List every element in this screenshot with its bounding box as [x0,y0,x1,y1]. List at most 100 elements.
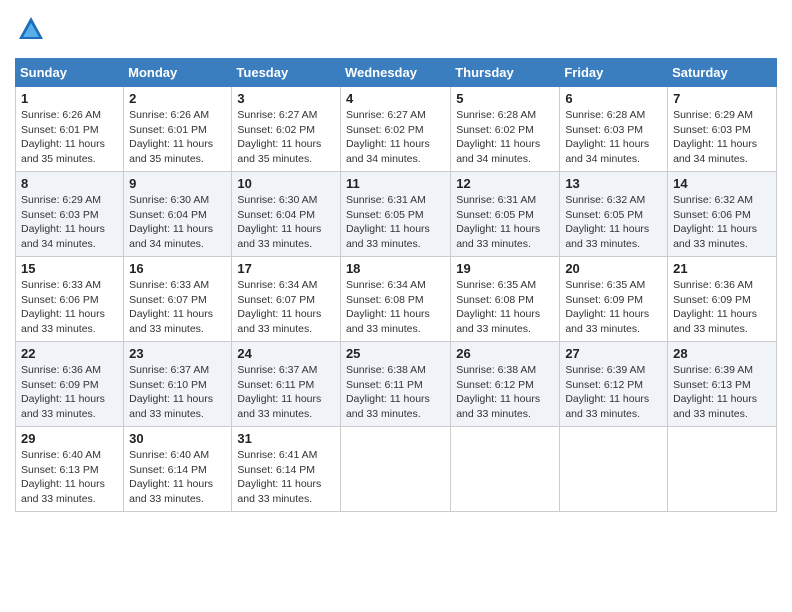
day-info: Sunrise: 6:41 AM Sunset: 6:14 PM Dayligh… [237,448,335,507]
calendar-cell [668,427,777,512]
calendar-cell: 17 Sunrise: 6:34 AM Sunset: 6:07 PM Dayl… [232,257,341,342]
calendar-body: 1 Sunrise: 6:26 AM Sunset: 6:01 PM Dayli… [16,87,777,512]
day-number: 10 [237,176,335,191]
calendar-cell: 25 Sunrise: 6:38 AM Sunset: 6:11 PM Dayl… [340,342,450,427]
day-info: Sunrise: 6:29 AM Sunset: 6:03 PM Dayligh… [673,108,771,167]
day-number: 5 [456,91,554,106]
calendar-cell: 3 Sunrise: 6:27 AM Sunset: 6:02 PM Dayli… [232,87,341,172]
day-number: 6 [565,91,662,106]
weekday-header-thursday: Thursday [451,59,560,87]
day-info: Sunrise: 6:33 AM Sunset: 6:07 PM Dayligh… [129,278,226,337]
day-info: Sunrise: 6:32 AM Sunset: 6:06 PM Dayligh… [673,193,771,252]
calendar-cell: 30 Sunrise: 6:40 AM Sunset: 6:14 PM Dayl… [124,427,232,512]
day-info: Sunrise: 6:40 AM Sunset: 6:13 PM Dayligh… [21,448,118,507]
day-number: 15 [21,261,118,276]
day-info: Sunrise: 6:38 AM Sunset: 6:12 PM Dayligh… [456,363,554,422]
calendar-cell: 20 Sunrise: 6:35 AM Sunset: 6:09 PM Dayl… [560,257,668,342]
calendar-cell: 11 Sunrise: 6:31 AM Sunset: 6:05 PM Dayl… [340,172,450,257]
day-info: Sunrise: 6:36 AM Sunset: 6:09 PM Dayligh… [21,363,118,422]
day-number: 21 [673,261,771,276]
day-info: Sunrise: 6:37 AM Sunset: 6:11 PM Dayligh… [237,363,335,422]
weekday-header-wednesday: Wednesday [340,59,450,87]
week-row-5: 29 Sunrise: 6:40 AM Sunset: 6:13 PM Dayl… [16,427,777,512]
day-number: 20 [565,261,662,276]
day-number: 1 [21,91,118,106]
day-info: Sunrise: 6:38 AM Sunset: 6:11 PM Dayligh… [346,363,445,422]
calendar-cell: 6 Sunrise: 6:28 AM Sunset: 6:03 PM Dayli… [560,87,668,172]
day-number: 12 [456,176,554,191]
day-number: 29 [21,431,118,446]
calendar-cell: 16 Sunrise: 6:33 AM Sunset: 6:07 PM Dayl… [124,257,232,342]
day-number: 24 [237,346,335,361]
day-number: 16 [129,261,226,276]
calendar-cell: 23 Sunrise: 6:37 AM Sunset: 6:10 PM Dayl… [124,342,232,427]
calendar-cell: 10 Sunrise: 6:30 AM Sunset: 6:04 PM Dayl… [232,172,341,257]
day-info: Sunrise: 6:31 AM Sunset: 6:05 PM Dayligh… [346,193,445,252]
day-info: Sunrise: 6:29 AM Sunset: 6:03 PM Dayligh… [21,193,118,252]
day-number: 22 [21,346,118,361]
calendar-cell: 5 Sunrise: 6:28 AM Sunset: 6:02 PM Dayli… [451,87,560,172]
calendar-cell: 29 Sunrise: 6:40 AM Sunset: 6:13 PM Dayl… [16,427,124,512]
day-number: 8 [21,176,118,191]
weekday-header-sunday: Sunday [16,59,124,87]
day-number: 19 [456,261,554,276]
day-number: 4 [346,91,445,106]
day-info: Sunrise: 6:27 AM Sunset: 6:02 PM Dayligh… [346,108,445,167]
weekday-header-saturday: Saturday [668,59,777,87]
day-info: Sunrise: 6:30 AM Sunset: 6:04 PM Dayligh… [129,193,226,252]
day-info: Sunrise: 6:26 AM Sunset: 6:01 PM Dayligh… [21,108,118,167]
week-row-3: 15 Sunrise: 6:33 AM Sunset: 6:06 PM Dayl… [16,257,777,342]
calendar-cell: 7 Sunrise: 6:29 AM Sunset: 6:03 PM Dayli… [668,87,777,172]
day-info: Sunrise: 6:34 AM Sunset: 6:08 PM Dayligh… [346,278,445,337]
day-info: Sunrise: 6:35 AM Sunset: 6:08 PM Dayligh… [456,278,554,337]
day-number: 28 [673,346,771,361]
header [15,15,777,48]
day-number: 18 [346,261,445,276]
calendar-cell: 27 Sunrise: 6:39 AM Sunset: 6:12 PM Dayl… [560,342,668,427]
week-row-1: 1 Sunrise: 6:26 AM Sunset: 6:01 PM Dayli… [16,87,777,172]
calendar-cell: 9 Sunrise: 6:30 AM Sunset: 6:04 PM Dayli… [124,172,232,257]
calendar-cell: 31 Sunrise: 6:41 AM Sunset: 6:14 PM Dayl… [232,427,341,512]
day-info: Sunrise: 6:33 AM Sunset: 6:06 PM Dayligh… [21,278,118,337]
day-info: Sunrise: 6:35 AM Sunset: 6:09 PM Dayligh… [565,278,662,337]
weekday-header-tuesday: Tuesday [232,59,341,87]
logo-icon [17,15,45,43]
calendar-cell: 2 Sunrise: 6:26 AM Sunset: 6:01 PM Dayli… [124,87,232,172]
calendar-cell: 15 Sunrise: 6:33 AM Sunset: 6:06 PM Dayl… [16,257,124,342]
day-number: 17 [237,261,335,276]
day-info: Sunrise: 6:39 AM Sunset: 6:13 PM Dayligh… [673,363,771,422]
calendar-cell [340,427,450,512]
day-number: 23 [129,346,226,361]
calendar-cell: 8 Sunrise: 6:29 AM Sunset: 6:03 PM Dayli… [16,172,124,257]
week-row-2: 8 Sunrise: 6:29 AM Sunset: 6:03 PM Dayli… [16,172,777,257]
day-number: 3 [237,91,335,106]
day-number: 31 [237,431,335,446]
day-number: 25 [346,346,445,361]
day-info: Sunrise: 6:28 AM Sunset: 6:02 PM Dayligh… [456,108,554,167]
calendar-cell: 12 Sunrise: 6:31 AM Sunset: 6:05 PM Dayl… [451,172,560,257]
calendar-cell: 21 Sunrise: 6:36 AM Sunset: 6:09 PM Dayl… [668,257,777,342]
day-info: Sunrise: 6:31 AM Sunset: 6:05 PM Dayligh… [456,193,554,252]
calendar-cell: 26 Sunrise: 6:38 AM Sunset: 6:12 PM Dayl… [451,342,560,427]
day-number: 27 [565,346,662,361]
logo [15,15,45,48]
calendar-cell: 13 Sunrise: 6:32 AM Sunset: 6:05 PM Dayl… [560,172,668,257]
day-number: 7 [673,91,771,106]
day-info: Sunrise: 6:32 AM Sunset: 6:05 PM Dayligh… [565,193,662,252]
day-info: Sunrise: 6:36 AM Sunset: 6:09 PM Dayligh… [673,278,771,337]
day-number: 26 [456,346,554,361]
day-number: 9 [129,176,226,191]
day-info: Sunrise: 6:28 AM Sunset: 6:03 PM Dayligh… [565,108,662,167]
day-info: Sunrise: 6:40 AM Sunset: 6:14 PM Dayligh… [129,448,226,507]
week-row-4: 22 Sunrise: 6:36 AM Sunset: 6:09 PM Dayl… [16,342,777,427]
weekday-header-monday: Monday [124,59,232,87]
day-number: 30 [129,431,226,446]
day-number: 11 [346,176,445,191]
calendar-table: SundayMondayTuesdayWednesdayThursdayFrid… [15,58,777,512]
weekday-header-row: SundayMondayTuesdayWednesdayThursdayFrid… [16,59,777,87]
calendar-cell: 1 Sunrise: 6:26 AM Sunset: 6:01 PM Dayli… [16,87,124,172]
calendar-cell: 22 Sunrise: 6:36 AM Sunset: 6:09 PM Dayl… [16,342,124,427]
day-info: Sunrise: 6:39 AM Sunset: 6:12 PM Dayligh… [565,363,662,422]
day-number: 14 [673,176,771,191]
calendar-cell: 19 Sunrise: 6:35 AM Sunset: 6:08 PM Dayl… [451,257,560,342]
